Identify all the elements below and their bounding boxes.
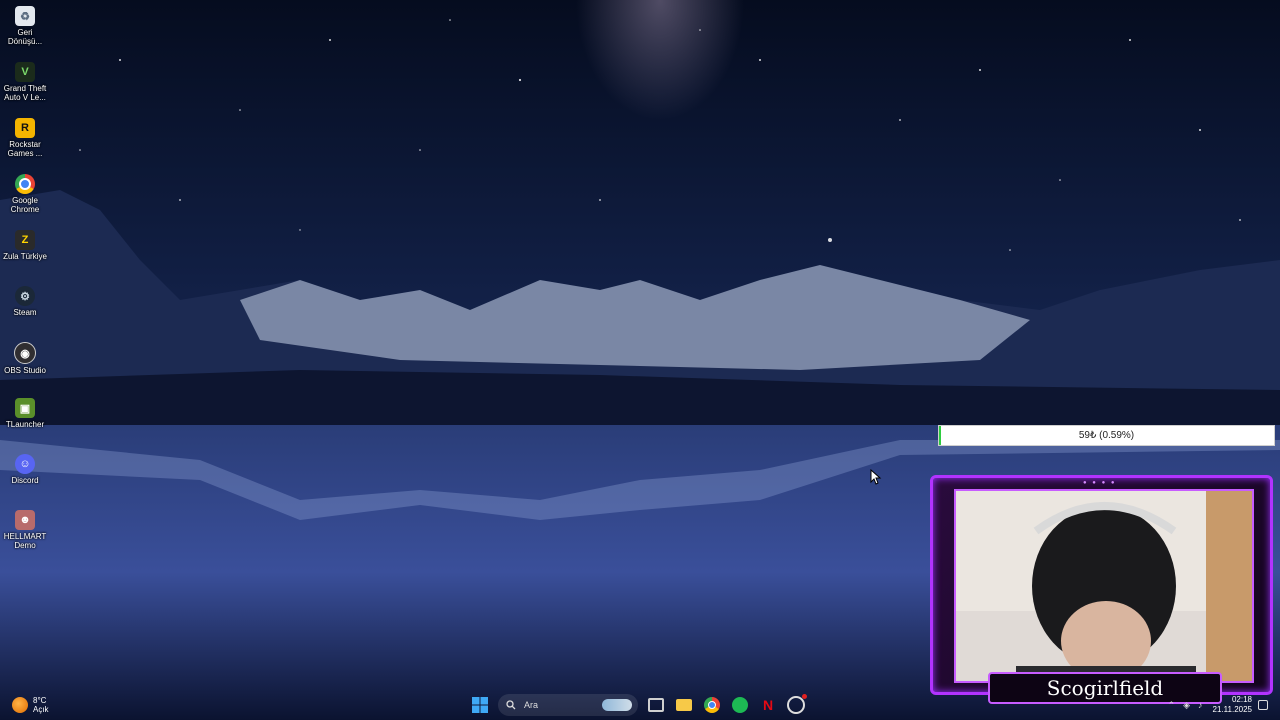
tray-chevron-icon[interactable]: ⌃ [1168, 700, 1176, 711]
weather-condition: Açık [33, 705, 49, 714]
obs-taskbar-button[interactable] [784, 693, 808, 717]
clock-date: 21.11.2025 [1212, 705, 1252, 714]
desktop-icon-steam[interactable]: ⚙ Steam [0, 283, 50, 337]
system-tray: ⌃ ◈ ♪ 02:18 21.11.2025 [1164, 692, 1268, 718]
search-highlight-icon [602, 698, 632, 711]
desktop-icon-recycle-bin[interactable]: ♻ Geri Dönüşü... [0, 3, 50, 57]
desktop-icon-zula[interactable]: Z Zula Türkiye [0, 227, 50, 281]
start-icon [472, 696, 488, 713]
donation-goal-text: 59₺ (0.59%) [1078, 430, 1135, 441]
network-icon[interactable]: ◈ [1183, 700, 1190, 711]
frame-ornament: ● ● ● ● [1083, 480, 1117, 486]
clock[interactable]: 02:18 21.11.2025 [1213, 695, 1252, 715]
desktop-icon-hellmart[interactable]: ☻ HELLMART Demo [0, 507, 50, 561]
search-placeholder: Ara [524, 699, 539, 710]
rockstar-games-icon: R [15, 118, 35, 138]
task-view-button[interactable] [644, 693, 668, 717]
start-button[interactable] [468, 693, 492, 717]
spotify-icon [732, 696, 748, 713]
zula-icon: Z [15, 230, 35, 250]
chrome-taskbar-button[interactable] [700, 693, 724, 717]
netflix-icon: N [762, 696, 774, 713]
desktop-icon-rockstar-games[interactable]: R Rockstar Games ... [0, 115, 50, 169]
desktop-icon-gta-v[interactable]: V Grand Theft Auto V Le... [0, 59, 50, 113]
clock-time: 02:18 [1231, 695, 1252, 704]
obs-icon: ◉ [14, 342, 36, 364]
obs-icon [787, 693, 807, 714]
discord-icon: ☺ [15, 454, 35, 474]
tlauncher-icon: ▣ [15, 398, 35, 418]
webcam-person-image [956, 491, 1252, 681]
weather-temperature: 8°C [33, 696, 47, 705]
task-view-icon [648, 697, 664, 712]
weather-icon [12, 697, 28, 713]
chrome-icon [704, 696, 720, 713]
taskbar: 8°C Açık Ara N ⌃ ◈ ♪ 02:18 21.11.2025 [0, 688, 1280, 720]
chrome-icon [15, 174, 35, 194]
notification-icon[interactable] [1258, 700, 1268, 710]
search-icon [506, 699, 516, 709]
taskbar-search[interactable]: Ara [498, 693, 638, 716]
spotify-button[interactable] [728, 693, 752, 717]
steam-icon: ⚙ [15, 286, 35, 306]
mouse-cursor-icon [870, 469, 882, 485]
webcam-view [954, 489, 1254, 683]
file-explorer-button[interactable] [672, 693, 696, 717]
desktop-icon-discord[interactable]: ☺ Discord [0, 451, 50, 505]
taskbar-apps: Ara N [466, 691, 810, 718]
gta-v-icon: V [15, 62, 35, 82]
hellmart-icon: ☻ [15, 510, 35, 530]
desktop-icon-obs-studio[interactable]: ◉ OBS Studio [0, 339, 50, 393]
webcam-frame: ● ● ● ● Scogirlfield [930, 475, 1273, 704]
volume-icon[interactable]: ♪ [1198, 700, 1203, 710]
file-explorer-icon [676, 698, 692, 711]
desktop-icon-tlauncher[interactable]: ▣ TLauncher [0, 395, 50, 449]
weather-widget[interactable]: 8°C Açık [12, 692, 49, 718]
donation-goal-bar: 59₺ (0.59%) [938, 425, 1275, 446]
netflix-button[interactable]: N [756, 693, 780, 717]
desktop-icon-google-chrome[interactable]: Google Chrome [0, 171, 50, 225]
recycle-bin-icon: ♻ [15, 6, 35, 26]
